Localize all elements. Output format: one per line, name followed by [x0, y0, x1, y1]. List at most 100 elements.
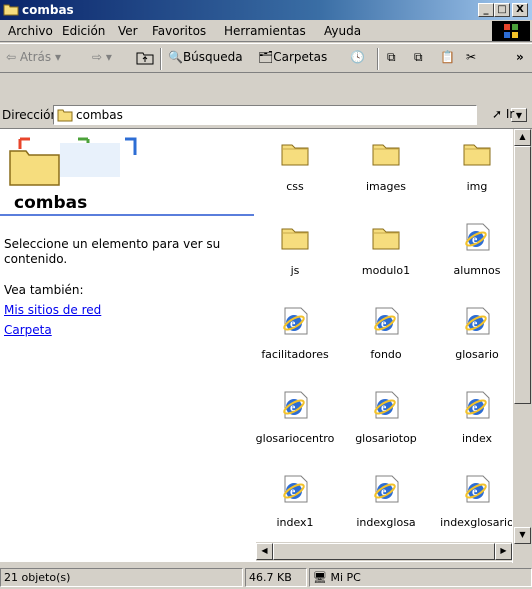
file-item[interactable]: e alumnos	[432, 221, 512, 289]
chevron-down-icon: ▾	[54, 50, 61, 64]
file-item[interactable]: e indexglosario	[432, 473, 512, 541]
svg-text:e: e	[381, 484, 387, 498]
ie-document-icon: e	[370, 389, 402, 421]
file-item[interactable]: css	[250, 137, 340, 205]
search-icon: 🔍	[168, 50, 183, 64]
ie-document-icon: e	[370, 305, 402, 337]
address-bar: Dirección combas ▼ ➚ Ir	[0, 103, 532, 127]
file-view: combas Seleccione un elemento para ver s…	[0, 128, 532, 563]
folder-icon	[370, 137, 402, 169]
copy-to-button[interactable]: ⧉	[414, 50, 423, 68]
go-arrow-icon: ➚	[492, 107, 503, 121]
svg-text:e: e	[472, 484, 478, 498]
svg-text:e: e	[290, 316, 296, 330]
file-item-label: indexglosario	[440, 516, 512, 529]
status-bar: 21 objeto(s) 46.7 KB 🖥 Mi PC	[0, 565, 532, 589]
file-item-label: js	[290, 264, 300, 277]
forward-button[interactable]: ⇨ ▾	[92, 50, 112, 68]
paste-icon: 📋	[440, 50, 455, 64]
horizontal-scroll-thumb[interactable]	[273, 543, 495, 560]
go-button[interactable]: ➚ Ir	[492, 107, 514, 121]
file-item[interactable]: e glosariotop	[341, 389, 431, 457]
move-to-button[interactable]: ⧉	[387, 50, 396, 68]
file-item[interactable]: js	[250, 221, 340, 289]
ie-document-icon: e	[461, 305, 493, 337]
file-item-label: indexglosa	[356, 516, 416, 529]
history-button[interactable]: 🕓	[350, 50, 365, 68]
scroll-left-button[interactable]: ◀	[256, 543, 273, 560]
title-bar: combas _ □ X	[0, 0, 532, 20]
svg-text:e: e	[472, 400, 478, 414]
file-item[interactable]: img	[432, 137, 512, 205]
horizontal-scrollbar[interactable]: ◀ ▶	[256, 542, 512, 561]
menu-archivo[interactable]: Archivo	[8, 24, 53, 38]
folders-button[interactable]: 🗂Carpetas	[258, 50, 327, 68]
search-button[interactable]: 🔍Búsqueda	[168, 50, 243, 68]
file-item-label: css	[286, 180, 304, 193]
toolbar-separator	[377, 48, 379, 70]
back-arrow-icon: ⇦	[6, 50, 17, 64]
svg-text:e: e	[472, 232, 478, 246]
maximize-button[interactable]: □	[494, 3, 510, 17]
folder-icon	[57, 109, 73, 122]
svg-text:e: e	[290, 400, 296, 414]
scroll-right-button[interactable]: ▶	[495, 543, 512, 560]
copy-to-icon: ⧉	[414, 50, 423, 64]
menu-bar: Archivo Edición Ver Favoritos Herramient…	[0, 20, 532, 42]
file-item[interactable]: e index1	[250, 473, 340, 541]
vertical-scroll-thumb[interactable]	[514, 146, 531, 404]
my-computer-icon: 🖥	[313, 571, 327, 584]
file-item-label: index1	[276, 516, 314, 529]
address-label: Dirección	[2, 108, 59, 122]
minimize-button[interactable]: _	[478, 3, 494, 17]
file-item[interactable]: e index	[432, 389, 512, 457]
vertical-scrollbar[interactable]: ▲ ▼	[512, 129, 532, 563]
svg-text:e: e	[381, 400, 387, 414]
file-item[interactable]: e indexglosa	[341, 473, 431, 541]
scroll-up-button[interactable]: ▲	[514, 129, 531, 146]
file-item-label: img	[466, 180, 488, 193]
folders-icon: 🗂	[258, 50, 274, 64]
status-object-count: 21 objeto(s)	[0, 568, 243, 587]
window-title: combas	[22, 3, 74, 17]
file-item[interactable]: images	[341, 137, 431, 205]
back-button[interactable]: ⇦ Atrás ▾	[6, 50, 61, 68]
folder-icon	[279, 221, 311, 253]
toolbar-separator	[160, 48, 162, 70]
file-item-label: index	[461, 432, 493, 445]
file-item-label: facilitadores	[261, 348, 329, 361]
up-folder-button[interactable]	[136, 50, 154, 68]
menu-ayuda[interactable]: Ayuda	[324, 24, 361, 38]
ie-document-icon: e	[461, 221, 493, 253]
address-field[interactable]: combas ▼	[53, 105, 527, 125]
close-button[interactable]: X	[512, 3, 528, 17]
file-item[interactable]: e glosariocentro	[250, 389, 340, 457]
forward-arrow-icon: ⇨	[92, 50, 103, 64]
items-grid: css images img js modulo1 e alumnos e facilitado…	[0, 129, 512, 541]
toolbar-more-button[interactable]: »	[516, 50, 524, 68]
menu-herramientas[interactable]: Herramientas	[224, 24, 306, 38]
menu-ver[interactable]: Ver	[118, 24, 138, 38]
menu-edicion[interactable]: Edición	[62, 24, 105, 38]
svg-text:e: e	[290, 484, 296, 498]
file-item[interactable]: e fondo	[341, 305, 431, 373]
file-item-label: glosariotop	[355, 432, 417, 445]
file-item[interactable]: modulo1	[341, 221, 431, 289]
menu-favoritos[interactable]: Favoritos	[152, 24, 206, 38]
ie-document-icon: e	[461, 389, 493, 421]
file-item[interactable]: e facilitadores	[250, 305, 340, 373]
windows-logo-icon	[492, 21, 530, 41]
paste-button[interactable]: 📋	[440, 50, 455, 68]
toolbar: ⇦ Atrás ▾ ⇨ ▾ 🔍Búsqueda 🗂Carpetas 🕓 ⧉ ⧉ …	[0, 43, 532, 73]
cut-icon: ✂	[466, 50, 477, 64]
chevron-down-icon: ▾	[105, 50, 112, 64]
cut-button[interactable]: ✂	[466, 50, 476, 68]
ie-document-icon: e	[461, 473, 493, 505]
file-item-label: fondo	[370, 348, 402, 361]
folder-icon	[370, 221, 402, 253]
file-item-label: glosariocentro	[255, 432, 335, 445]
scroll-down-button[interactable]: ▼	[514, 527, 531, 544]
file-item-label: alumnos	[453, 264, 501, 277]
file-item[interactable]: e glosario	[432, 305, 512, 373]
file-item-label: modulo1	[361, 264, 411, 277]
